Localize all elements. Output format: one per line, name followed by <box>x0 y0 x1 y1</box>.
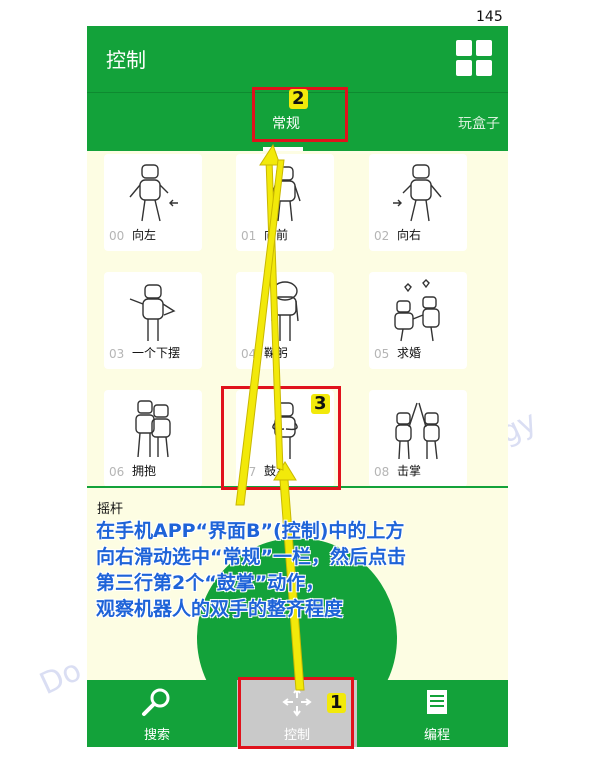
robot-bow-icon <box>271 281 299 341</box>
robot-right-icon <box>393 164 442 222</box>
action-tile-bow[interactable]: 04 鞠躬 <box>236 272 334 369</box>
step-marker-3: 3 <box>311 394 330 414</box>
page-title: 控制 <box>106 48 146 72</box>
tab-indicator <box>263 147 303 151</box>
action-name: 一个下摆 <box>132 346 181 360</box>
action-number: 02 <box>374 229 390 243</box>
step-marker-1: 1 <box>327 693 346 713</box>
nav-label: 搜索 <box>143 728 170 743</box>
action-name: 向前 <box>264 228 289 242</box>
action-number: 03 <box>109 347 125 361</box>
nav-program[interactable]: 编程 <box>377 680 497 747</box>
action-tile-swing[interactable]: 03 一个下摆 <box>104 272 202 369</box>
action-number: 01 <box>241 229 257 243</box>
instruction-line: 观察机器人的双手的整齐程度 <box>96 598 344 620</box>
highlight-box-nav <box>238 677 354 749</box>
search-icon <box>142 688 170 716</box>
instruction-line: 向右滑动选中“常规”一栏，然后点击 <box>96 546 406 568</box>
robot-propose-icon <box>394 279 440 342</box>
page-number: 145 <box>476 9 503 25</box>
app-header: 控制 <box>87 26 508 92</box>
action-number: 05 <box>374 347 390 361</box>
action-tile-left[interactable]: 00 向左 <box>104 154 202 251</box>
tab-toy-box[interactable]: 玩盒子 <box>458 113 500 133</box>
action-number: 08 <box>374 465 390 479</box>
list-icon <box>427 690 447 714</box>
action-name: 击掌 <box>397 464 422 478</box>
robot-forward-icon <box>269 166 301 222</box>
robot-high-five-icon <box>395 402 440 460</box>
action-tile-right[interactable]: 02 向右 <box>369 154 467 251</box>
watermark: Do <box>34 652 87 703</box>
action-name: 向右 <box>397 228 422 242</box>
grid-menu-icon[interactable] <box>456 40 492 76</box>
action-tile-hug[interactable]: 06 拥抱 <box>104 390 202 487</box>
action-number: 04 <box>241 347 257 361</box>
action-tile-propose[interactable]: 05 求婚 <box>369 272 467 369</box>
instruction-text: 在手机APP“界面B”(控制)中的上方 向右滑动选中“常规”一栏，然后点击 第三… <box>96 518 516 622</box>
action-name: 求婚 <box>397 346 422 360</box>
robot-swing-icon <box>129 284 176 341</box>
action-tile-forward[interactable]: 01 向前 <box>236 154 334 251</box>
nav-search[interactable]: 搜索 <box>97 680 217 747</box>
robot-left-icon <box>129 164 178 222</box>
action-tile-high-five[interactable]: 08 击掌 <box>369 390 467 487</box>
action-name: 拥抱 <box>132 464 157 478</box>
step-marker-2: 2 <box>289 89 308 109</box>
nav-label: 编程 <box>423 728 450 743</box>
action-name: 鞠躬 <box>264 346 289 360</box>
action-name: 向左 <box>132 228 157 242</box>
instruction-line: 第三行第2个“鼓掌”动作， <box>96 572 325 594</box>
instruction-line: 在手机APP“界面B”(控制)中的上方 <box>96 520 405 542</box>
action-number: 00 <box>109 229 125 243</box>
action-number: 06 <box>109 465 125 479</box>
joystick-label: 摇杆 <box>97 502 124 517</box>
robot-hug-icon <box>135 400 171 458</box>
